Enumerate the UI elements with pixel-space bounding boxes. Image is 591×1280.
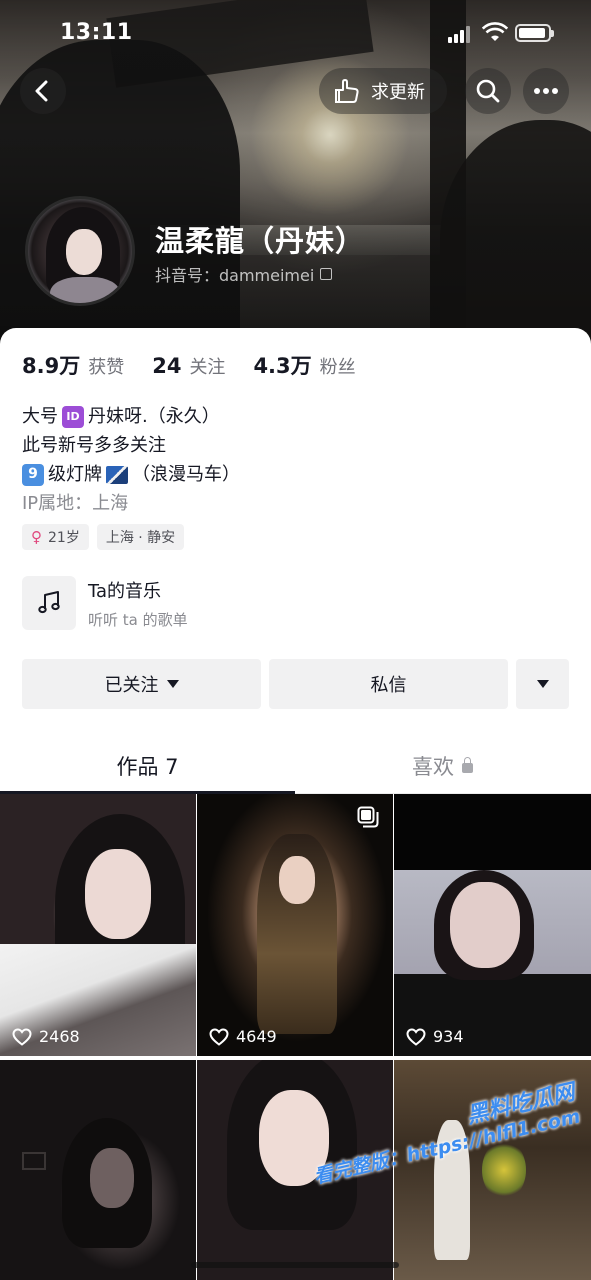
stat-likes-label: 获赞: [88, 357, 125, 378]
hand-point-icon: [335, 79, 359, 103]
bio-line-1-pre: 大号: [22, 406, 58, 427]
home-indicator[interactable]: [191, 1262, 399, 1268]
video-thumbnail[interactable]: 4649: [197, 794, 393, 1056]
ip-location: IP属地：上海: [22, 493, 129, 514]
like-count-text: 934: [433, 1027, 464, 1046]
chevron-left-icon: [35, 80, 48, 102]
id-emoji-icon: ID: [62, 405, 84, 428]
video-thumbnail[interactable]: 2468: [0, 794, 196, 1056]
stat-followers[interactable]: 4.3万 粉丝: [253, 350, 355, 380]
music-note-icon: [22, 576, 76, 630]
heart-outline-icon: [209, 1027, 229, 1046]
profile-name: 温柔龍（丹妹）: [155, 224, 366, 258]
content-tabs: 作品 7 喜欢: [0, 738, 591, 794]
music-title: Ta的音乐: [88, 580, 162, 602]
heart-outline-icon: [12, 1027, 32, 1046]
avatar[interactable]: [25, 196, 135, 306]
more-button[interactable]: [523, 68, 569, 114]
bio: 大号 ID 丹妹呀.（永久） 此号新号多多关注 9 级灯牌 （浪漫马车） IP属…: [22, 402, 240, 518]
tab-works-label: 作品 7: [116, 754, 179, 779]
bio-line-3: 9 级灯牌 （浪漫马车）: [22, 460, 240, 489]
copy-icon[interactable]: [320, 268, 333, 280]
followed-label: 已关注: [104, 675, 159, 696]
female-icon: ♀: [31, 528, 42, 546]
douyin-id[interactable]: 抖音号：dammeimei: [155, 262, 333, 286]
like-count-text: 2468: [39, 1027, 80, 1046]
signal-icon: [448, 25, 476, 43]
request-update-label: 求更新: [371, 82, 425, 103]
action-buttons: 已关注 私信: [22, 659, 569, 709]
music-entry[interactable]: Ta的音乐 听听 ta 的歌单: [22, 576, 188, 630]
stat-followers-label: 粉丝: [319, 357, 356, 378]
stat-following[interactable]: 24 关注: [152, 353, 225, 379]
bio-line-2: 此号新号多多关注: [22, 431, 240, 460]
message-label: 私信: [370, 675, 407, 696]
tab-likes-label: 喜欢: [412, 754, 454, 779]
followed-button[interactable]: 已关注: [22, 659, 261, 709]
bio-line-3-mid: 级灯牌: [48, 464, 102, 485]
status-time: 13:11: [60, 20, 133, 45]
like-count: 2468: [12, 1027, 80, 1046]
bio-line-1-post: 丹妹呀.（永久）: [88, 406, 220, 427]
lock-icon: [462, 756, 473, 773]
message-button[interactable]: 私信: [269, 659, 508, 709]
stat-following-label: 关注: [189, 357, 226, 378]
heart-outline-icon: [406, 1027, 426, 1046]
caret-down-icon: [166, 680, 179, 688]
flag-emoji-icon: [106, 465, 128, 484]
keycap-nine-emoji-icon: 9: [22, 463, 44, 486]
bio-line-2-text: 此号新号多多关注: [22, 435, 166, 456]
like-count: 934: [406, 1027, 464, 1046]
back-button[interactable]: [20, 68, 66, 114]
location-tag: 上海 · 静安: [96, 524, 185, 550]
bio-line-1: 大号 ID 丹妹呀.（永久）: [22, 402, 240, 431]
location-tag-text: 上海 · 静安: [105, 530, 176, 546]
douyin-id-text: 抖音号：dammeimei: [155, 266, 315, 285]
caret-down-icon: [536, 680, 549, 688]
request-update-button[interactable]: 求更新: [319, 68, 447, 114]
wifi-icon: [482, 22, 508, 41]
tab-works[interactable]: 作品 7: [0, 738, 295, 794]
multi-image-icon: [357, 806, 379, 828]
stat-followers-num: 4.3万: [253, 354, 312, 378]
recommend-dropdown-button[interactable]: [516, 659, 569, 709]
stats-row: 8.9万 获赞 24 关注 4.3万 粉丝: [22, 350, 384, 380]
stat-following-num: 24: [152, 354, 182, 378]
age-tag: ♀ 21岁: [22, 524, 89, 550]
status-bar: 13:11: [0, 0, 591, 64]
stat-likes[interactable]: 8.9万 获赞: [22, 350, 124, 380]
more-dots-icon: [534, 88, 558, 94]
video-thumbnail[interactable]: 934: [394, 794, 591, 1056]
search-button[interactable]: [465, 68, 511, 114]
video-grid: 2468 4649 934: [0, 794, 591, 1280]
tab-likes[interactable]: 喜欢: [295, 738, 590, 793]
bio-line-3-post: （浪漫马车）: [132, 464, 240, 485]
stat-likes-num: 8.9万: [22, 354, 81, 378]
like-count: 4649: [209, 1027, 277, 1046]
search-icon: [476, 79, 500, 103]
like-count-text: 4649: [236, 1027, 277, 1046]
music-subtitle: 听听 ta 的歌单: [88, 610, 188, 629]
battery-icon: [515, 24, 554, 42]
video-thumbnail[interactable]: [0, 1060, 196, 1280]
profile-tags: ♀ 21岁 上海 · 静安: [22, 524, 192, 550]
age-tag-text: 21岁: [48, 530, 80, 546]
